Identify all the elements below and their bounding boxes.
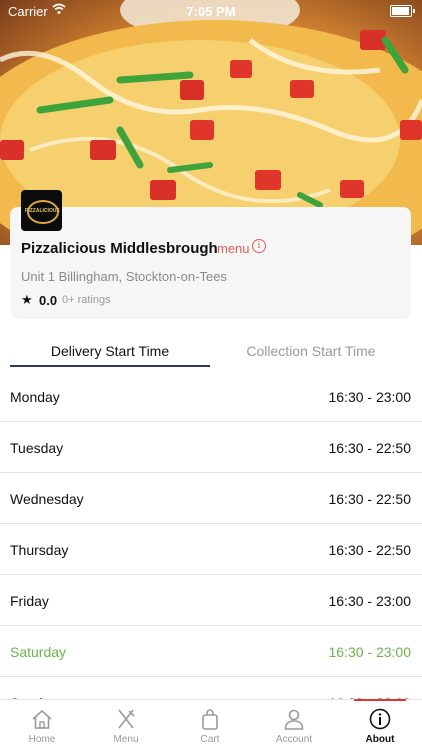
hours-label: 16:30 - 23:00 bbox=[328, 644, 411, 660]
nav-label: Home bbox=[28, 734, 56, 745]
day-label: Thursday bbox=[10, 542, 69, 558]
fork-knife-icon bbox=[118, 709, 135, 729]
active-tab-indicator bbox=[10, 365, 210, 367]
bottom-tab-bar: Home Menu Cart Account About bbox=[0, 699, 422, 751]
rating-value: 0.0 bbox=[39, 293, 58, 308]
home-icon bbox=[32, 709, 52, 729]
status-bar: Carrier 7:05 PM bbox=[0, 0, 422, 22]
nav-item-cart[interactable]: Cart bbox=[168, 700, 252, 751]
schedule-row: Monday 16:30 - 23:00 bbox=[0, 371, 422, 422]
schedule-row: Wednesday 16:30 - 22:50 bbox=[0, 473, 422, 524]
hours-label: 16:30 - 23:00 bbox=[328, 389, 411, 405]
hours-label: 16:30 - 22:50 bbox=[328, 440, 411, 456]
schedule-row: Tuesday 16:30 - 22:50 bbox=[0, 422, 422, 473]
nav-label: Cart bbox=[200, 734, 220, 745]
day-label: Saturday bbox=[10, 644, 67, 660]
hours-label: 16:30 - 23:00 bbox=[328, 593, 411, 609]
clock-time: 7:05 PM bbox=[186, 4, 236, 19]
restaurant-address: Unit 1 Billingham, Stockton-on-Tees bbox=[21, 269, 227, 284]
battery-icon bbox=[390, 5, 415, 17]
nav-item-menu[interactable]: Menu bbox=[84, 700, 168, 751]
tab-delivery-start-time[interactable]: Delivery Start Time bbox=[10, 343, 210, 359]
ratings-count: 0+ ratings bbox=[62, 294, 111, 306]
nav-item-about[interactable]: About bbox=[338, 700, 422, 751]
user-icon bbox=[284, 709, 304, 730]
restaurant-logo: PIZZALICIOUS bbox=[21, 190, 62, 231]
nav-active-indicator bbox=[354, 699, 406, 701]
schedule-row: Thursday 16:30 - 22:50 bbox=[0, 524, 422, 575]
nav-label: About bbox=[365, 734, 395, 745]
star-icon: ★ bbox=[21, 292, 33, 307]
nav-label: Account bbox=[275, 734, 313, 745]
nav-item-account[interactable]: Account bbox=[252, 700, 336, 751]
hours-label: 16:30 - 22:50 bbox=[328, 542, 411, 558]
nav-label: Menu bbox=[113, 734, 139, 745]
schedule-row: Friday 16:30 - 23:00 bbox=[0, 575, 422, 626]
nav-item-home[interactable]: Home bbox=[0, 700, 84, 751]
day-label: Friday bbox=[10, 593, 49, 609]
info-icon bbox=[369, 708, 391, 730]
opening-hours-list: Monday 16:30 - 23:00 Tuesday 16:30 - 22:… bbox=[0, 371, 422, 728]
tab-collection-start-time[interactable]: Collection Start Time bbox=[211, 343, 411, 359]
day-label: Wednesday bbox=[10, 491, 84, 507]
shopping-bag-icon bbox=[202, 709, 218, 730]
hours-label: 16:30 - 22:50 bbox=[328, 491, 411, 507]
info-icon[interactable]: i bbox=[252, 239, 266, 253]
menu-link[interactable]: menu bbox=[217, 241, 250, 256]
restaurant-name: Pizzalicious Middlesbrough bbox=[21, 240, 218, 257]
day-label: Tuesday bbox=[10, 440, 64, 456]
day-label: Monday bbox=[10, 389, 60, 405]
schedule-row-today: Saturday 16:30 - 23:00 bbox=[0, 626, 422, 677]
